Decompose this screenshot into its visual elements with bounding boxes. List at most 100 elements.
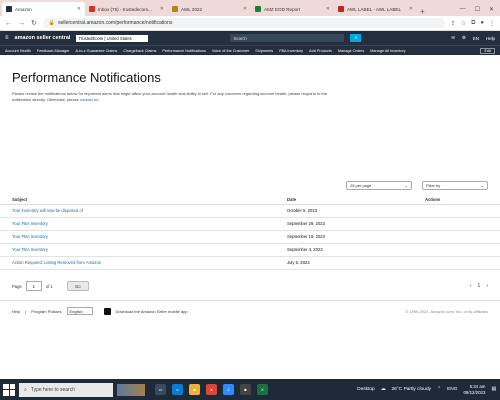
share-icon[interactable]: ⇪ [451, 20, 456, 27]
nav-item[interactable]: Feedback Manager [37, 49, 70, 53]
browser-tab[interactable]: Inbox (75) - trustedecom... ✕ [85, 2, 168, 16]
search-highlight-image[interactable] [117, 383, 145, 396]
notification-subject-link[interactable]: Your FBA Inventory [0, 230, 275, 244]
notification-subject-link[interactable]: Your FBA Inventory [0, 217, 275, 231]
browser-tab[interactable]: AWL LABEL - AWL LABEL ✕ [334, 2, 417, 16]
notification-date: July 5, 2023 [275, 256, 413, 270]
mail-icon[interactable]: ✉ [451, 35, 455, 41]
search-icon: ⌕ [24, 386, 27, 393]
page-number-input[interactable]: 1 [25, 281, 42, 291]
edit-nav-button[interactable]: Edit [480, 47, 495, 54]
input-language[interactable]: ENG [447, 387, 457, 392]
forward-icon[interactable]: → [18, 20, 25, 27]
close-window-icon[interactable]: ✕ [489, 6, 494, 13]
star-icon[interactable]: ☆ [461, 20, 466, 27]
filter-select[interactable]: Filter by ⌄ [422, 181, 488, 190]
browser-tab[interactable]: AWL 2022 ✕ [168, 2, 251, 16]
nav-item[interactable]: Manage All Inventory [370, 49, 405, 53]
profile-icon[interactable]: ● [480, 20, 484, 27]
search-input[interactable]: Search [230, 34, 345, 42]
per-page-select[interactable]: 25 per page ⌄ [346, 181, 412, 190]
nav-item[interactable]: Manage Orders [338, 49, 364, 53]
nav-item[interactable]: Shipments [255, 49, 273, 53]
go-button[interactable]: Go [66, 281, 89, 291]
seller-central-logo[interactable]: amazon seller central [15, 35, 71, 41]
previous-page-icon[interactable]: ‹ [470, 283, 472, 289]
tab-label: Amazon [15, 6, 32, 12]
maximize-icon[interactable]: ☐ [475, 6, 480, 13]
new-tab-button[interactable]: + [420, 7, 425, 16]
contact-us-link[interactable]: contact us [80, 97, 98, 102]
column-header-subject[interactable]: Subject [0, 196, 275, 205]
notification-date: September 29, 2023 [275, 217, 413, 231]
marketplace-select[interactable]: TrustedEcom | United States [76, 34, 149, 42]
browser-tab[interactable]: AMZ EOD Report ✕ [251, 2, 334, 16]
column-header-date[interactable]: Date [275, 196, 413, 205]
menu-icon[interactable]: ⋮ [489, 20, 495, 27]
gmail-favicon-icon [89, 6, 95, 12]
copyright: © 1999-2023, Amazon.com, Inc. or its aff… [405, 308, 488, 314]
footer-language-select[interactable]: English [66, 307, 93, 315]
notification-subject-link[interactable]: Your inventory will now be disposed of [0, 204, 275, 218]
filter-value: Filter by [426, 183, 441, 188]
task-view-icon[interactable]: ▭ [155, 384, 166, 395]
close-icon[interactable]: ✕ [77, 6, 81, 12]
address-bar: ← → ↻ 🔒 sellercentral.amazon.com/perform… [0, 16, 500, 31]
next-page-icon[interactable]: › [486, 283, 488, 289]
nav-item[interactable]: Add Products [309, 49, 332, 53]
bookmark-nav: Account Health Feedback Manager A-to-z G… [0, 45, 500, 55]
page-count: of 1 [45, 283, 53, 289]
program-policies-link[interactable]: Program Policies [31, 309, 61, 314]
chrome-icon[interactable]: ● [206, 384, 217, 395]
close-icon[interactable]: ✕ [326, 6, 330, 12]
notifications-icon[interactable]: ▤ [491, 387, 496, 392]
browser-actions: ⇪ ☆ ⧉ ● ⋮ [451, 20, 495, 27]
excel-icon[interactable]: X [257, 384, 268, 395]
notification-subject-link[interactable]: Your FBA Inventory [0, 243, 275, 257]
nav-item[interactable]: FBA Inventory [279, 49, 303, 53]
mobile-phone-icon [103, 307, 111, 315]
reload-icon[interactable]: ↻ [31, 19, 37, 27]
close-icon[interactable]: ✕ [409, 6, 413, 12]
clock[interactable]: 5:34 am 09/12/2023 [463, 384, 485, 395]
browser-tab[interactable]: Amazon ✕ [2, 2, 85, 16]
notification-date: September 4, 2023 [275, 243, 413, 257]
table-row: Your inventory will now be disposed of O… [0, 204, 500, 218]
back-icon[interactable]: ← [5, 20, 12, 27]
nav-item[interactable]: Voice of the Customer [212, 49, 249, 53]
footer-help-link[interactable]: Help [12, 309, 20, 314]
tray-chevron-icon[interactable]: ⌃ [437, 387, 441, 392]
footer-language-value: English [69, 308, 83, 314]
extensions-icon[interactable]: ⧉ [471, 20, 475, 27]
close-icon[interactable]: ✕ [243, 6, 247, 12]
url-field[interactable]: 🔒 sellercentral.amazon.com/performance/n… [42, 18, 445, 28]
description-text: Please review the notifications below fo… [12, 91, 327, 102]
file-explorer-icon[interactable]: ▰ [189, 384, 200, 395]
main-content: Performance Notifications Please review … [0, 70, 500, 395]
nav-item[interactable]: A-to-z Guarantee Claims [75, 49, 117, 53]
nav-item[interactable]: Account Health [5, 49, 31, 53]
gear-icon[interactable]: ⚙ [462, 35, 466, 41]
minimize-icon[interactable]: — [460, 6, 466, 13]
nav-item[interactable]: Chargeback Claims [123, 49, 156, 53]
nav-item[interactable]: Performance Notifications [162, 49, 205, 53]
zoom-icon[interactable]: Z [223, 384, 234, 395]
close-icon[interactable]: ✕ [160, 6, 164, 12]
sheets-favicon-icon [255, 6, 261, 12]
weather-text[interactable]: 26°C Partly cloudy [392, 387, 432, 392]
tab-label: Inbox (75) - trustedecom... [98, 6, 152, 12]
desktop-label[interactable]: Desktop [357, 387, 375, 392]
edge-icon[interactable]: e [172, 384, 183, 395]
weather-icon: ☁ [380, 387, 386, 392]
search-button[interactable]: ⌕ [350, 34, 362, 42]
windows-start-icon[interactable] [3, 383, 15, 396]
current-page[interactable]: 1 [478, 283, 481, 289]
taskbar-search-input[interactable]: ⌕ Type here to search [19, 382, 113, 397]
language-selector[interactable]: EN [473, 36, 479, 41]
help-link[interactable]: Help [486, 36, 495, 41]
hamburger-icon[interactable]: ≡ [5, 35, 9, 41]
notification-subject-link[interactable]: Action Required: Listing Removed from Am… [0, 256, 275, 270]
app-icon[interactable]: ■ [240, 384, 251, 395]
amazon-favicon-icon [6, 6, 12, 12]
mobile-app-link[interactable]: Download the Amazon Seller mobile app [116, 309, 188, 314]
